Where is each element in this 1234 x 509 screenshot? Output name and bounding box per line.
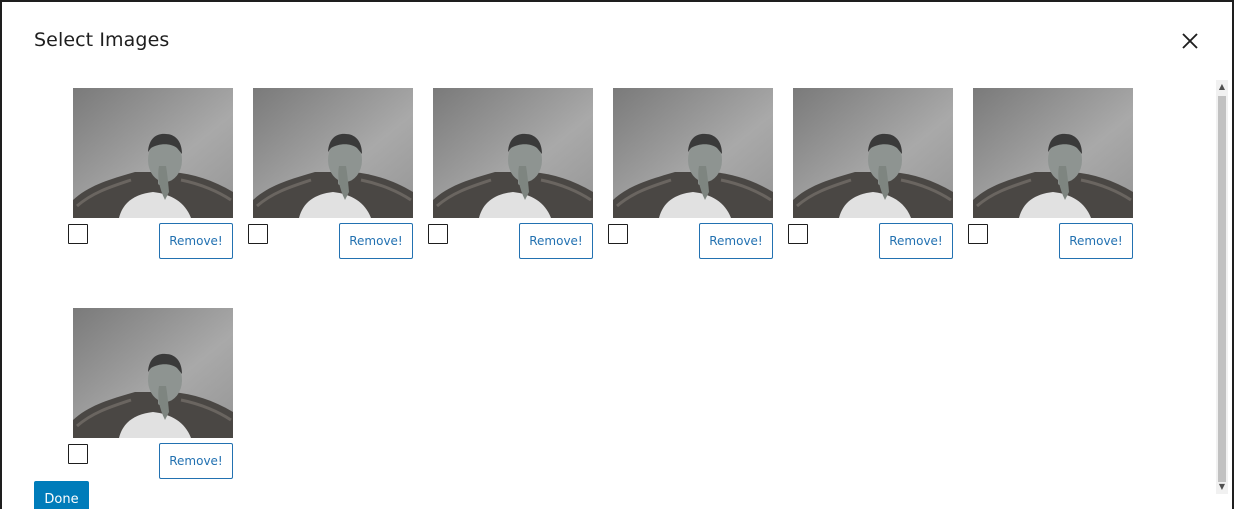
select-images-dialog: Select Images Remove! Remove! Remove! Re…: [2, 2, 1232, 509]
image-item: Remove!: [788, 88, 954, 263]
scrollbar-thumb[interactable]: [1218, 96, 1226, 482]
close-button[interactable]: [1176, 27, 1204, 55]
remove-image-button[interactable]: Remove!: [339, 223, 413, 259]
image-select-checkbox[interactable]: [428, 224, 448, 244]
remove-image-button[interactable]: Remove!: [519, 223, 593, 259]
image-thumbnail[interactable]: [973, 88, 1133, 218]
image-item: Remove!: [248, 88, 414, 263]
image-item: Remove!: [428, 88, 594, 263]
scroll-up-arrow-icon[interactable]: ▲: [1216, 80, 1228, 94]
image-item: Remove!: [968, 88, 1134, 263]
scroll-down-arrow-icon[interactable]: ▼: [1216, 480, 1228, 494]
remove-image-button[interactable]: Remove!: [1059, 223, 1133, 259]
image-select-checkbox[interactable]: [248, 224, 268, 244]
remove-image-button[interactable]: Remove!: [879, 223, 953, 259]
image-thumbnail[interactable]: [433, 88, 593, 218]
image-select-checkbox[interactable]: [788, 224, 808, 244]
remove-image-button[interactable]: Remove!: [699, 223, 773, 259]
dialog-title: Select Images: [34, 29, 170, 51]
close-icon: [1182, 33, 1198, 49]
remove-image-button[interactable]: Remove!: [159, 223, 233, 259]
image-item: Remove!: [68, 308, 234, 483]
image-select-checkbox[interactable]: [608, 224, 628, 244]
image-select-checkbox[interactable]: [68, 224, 88, 244]
done-button[interactable]: Done: [34, 481, 89, 509]
vertical-scrollbar[interactable]: ▲ ▼: [1216, 80, 1228, 494]
image-thumbnail[interactable]: [253, 88, 413, 218]
image-item: Remove!: [68, 88, 234, 263]
image-select-checkbox[interactable]: [968, 224, 988, 244]
remove-image-button[interactable]: Remove!: [159, 443, 233, 479]
image-select-checkbox[interactable]: [68, 444, 88, 464]
image-thumbnail[interactable]: [793, 88, 953, 218]
image-item: Remove!: [608, 88, 774, 263]
image-thumbnail[interactable]: [73, 88, 233, 218]
image-thumbnail[interactable]: [73, 308, 233, 438]
image-thumbnail[interactable]: [613, 88, 773, 218]
